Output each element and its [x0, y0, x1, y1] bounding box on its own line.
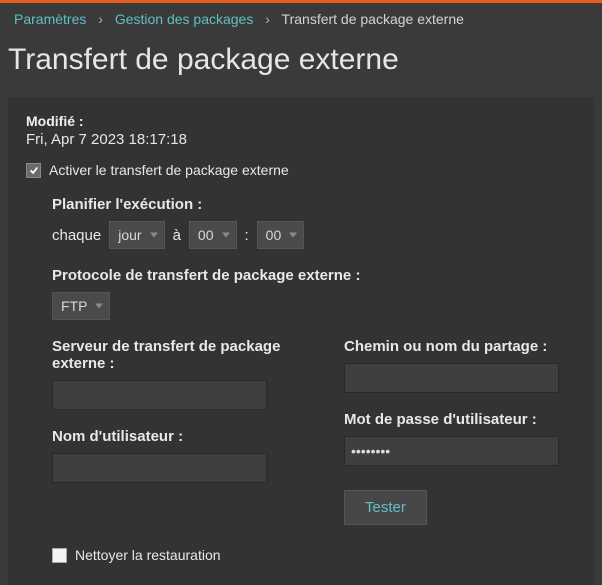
chevron-down-icon [150, 233, 158, 238]
protocol-value: FTP [61, 298, 87, 314]
schedule-each: chaque [52, 227, 101, 244]
page-title: Transfert de package externe [0, 37, 602, 91]
share-label: Chemin ou nom du partage : [344, 338, 576, 355]
chevron-down-icon [95, 304, 103, 309]
share-input[interactable] [344, 363, 559, 393]
chevron-right-icon: › [98, 11, 103, 27]
schedule-unit-select[interactable]: jour [109, 221, 164, 249]
modified-label: Modifié : [26, 113, 576, 129]
password-input[interactable] [344, 436, 559, 466]
protocol-label: Protocole de transfert de package extern… [52, 267, 576, 284]
password-label: Mot de passe d'utilisateur : [344, 411, 576, 428]
test-button[interactable]: Tester [344, 490, 427, 525]
server-label: Serveur de transfert de package externe … [52, 338, 284, 372]
schedule-hour-select[interactable]: 00 [189, 221, 237, 249]
check-icon [29, 165, 39, 175]
server-input[interactable] [52, 380, 267, 410]
enable-transfer-checkbox[interactable] [26, 163, 41, 178]
cleanup-checkbox[interactable] [52, 548, 67, 563]
breadcrumb: Paramètres › Gestion des packages › Tran… [0, 3, 602, 37]
settings-panel: Modifié : Fri, Apr 7 2023 18:17:18 Activ… [8, 97, 594, 585]
breadcrumb-current: Transfert de package externe [282, 11, 464, 27]
protocol-select[interactable]: FTP [52, 292, 110, 320]
username-input[interactable] [52, 453, 267, 483]
cleanup-row: Nettoyer la restauration [52, 547, 576, 563]
breadcrumb-root[interactable]: Paramètres [14, 11, 86, 27]
schedule-hour-value: 00 [198, 227, 214, 243]
chevron-right-icon: › [265, 11, 270, 27]
schedule-at: à [173, 227, 181, 244]
enable-transfer-row: Activer le transfert de package externe [26, 162, 576, 178]
breadcrumb-mid[interactable]: Gestion des packages [115, 11, 254, 27]
schedule-row: chaque jour à 00 : 00 [52, 221, 576, 249]
enable-transfer-label: Activer le transfert de package externe [49, 162, 289, 178]
chevron-down-icon [222, 233, 230, 238]
chevron-down-icon [289, 233, 297, 238]
username-label: Nom d'utilisateur : [52, 428, 284, 445]
schedule-label: Planifier l'exécution : [52, 196, 576, 213]
cleanup-label: Nettoyer la restauration [75, 547, 221, 563]
schedule-minute-select[interactable]: 00 [257, 221, 305, 249]
schedule-unit-value: jour [118, 227, 141, 243]
modified-value: Fri, Apr 7 2023 18:17:18 [26, 131, 576, 148]
schedule-sep: : [245, 227, 249, 244]
schedule-minute-value: 00 [266, 227, 282, 243]
